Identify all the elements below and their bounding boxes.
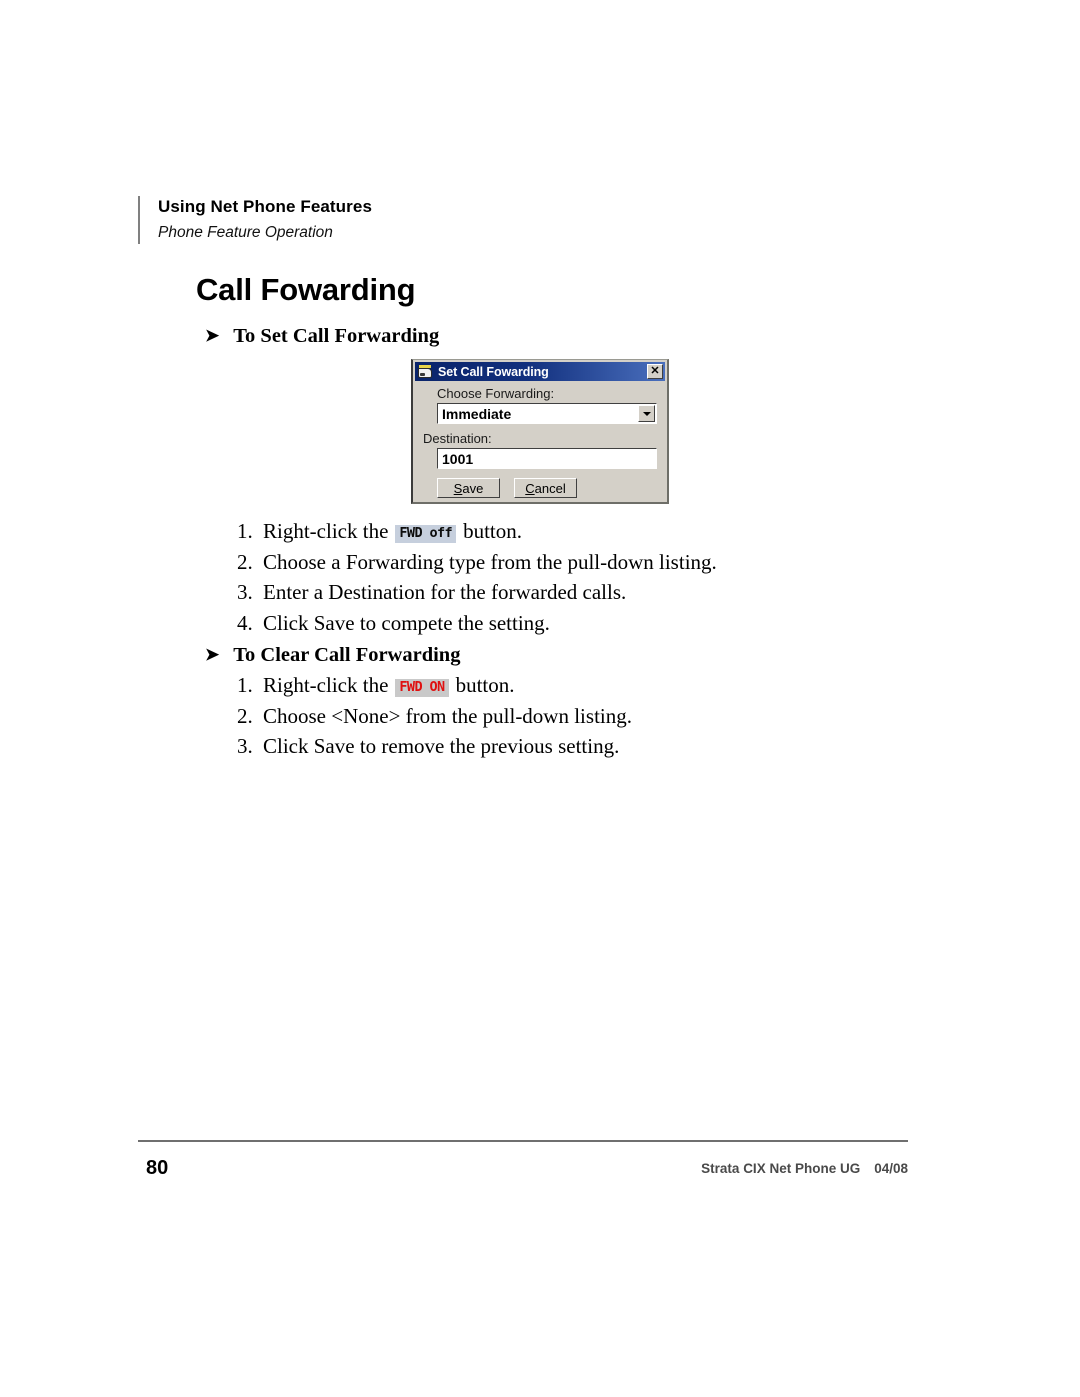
procedure-heading-label: To Set Call Forwarding xyxy=(233,325,440,347)
dialog-body: Choose Forwarding: Immediate Destination… xyxy=(413,381,667,498)
list-item: 3. Click Save to remove the previous set… xyxy=(237,734,632,759)
list-item: 1. Right-click the FWD ON button. xyxy=(237,673,632,698)
procedure-heading-clear-call-forwarding: ➤ To Clear Call Forwarding xyxy=(205,644,460,667)
list-item-text: Choose <None> from the pull-down listing… xyxy=(263,703,632,728)
fwd-on-button-badge: FWD ON xyxy=(395,679,449,697)
list-item-number: 2. xyxy=(237,703,253,728)
close-icon[interactable]: ✕ xyxy=(647,364,663,379)
header-divider-rule xyxy=(138,196,140,245)
list-item: 2. Choose <None> from the pull-down list… xyxy=(237,704,632,729)
procedure-heading-set-call-forwarding: ➤ To Set Call Forwarding xyxy=(205,325,439,348)
list-item-number: 3. xyxy=(237,734,253,758)
destination-value: 1001 xyxy=(442,450,474,467)
list-item-text: Right-click the xyxy=(263,673,389,697)
procedure-heading-label: To Clear Call Forwarding xyxy=(233,644,461,666)
header-chapter-title: Using Net Phone Features xyxy=(158,197,372,216)
dialog-titlebar: Set Call Fowarding ✕ xyxy=(415,362,665,381)
list-item-text: Enter a Destination for the forwarded ca… xyxy=(263,580,627,604)
list-item-text: Right-click the xyxy=(263,519,389,543)
right-triangle-bullet-icon: ➤ xyxy=(205,326,220,345)
list-item-number: 4. xyxy=(237,610,253,635)
list-item-number: 3. xyxy=(237,580,253,604)
choose-forwarding-dropdown[interactable]: Immediate xyxy=(437,403,657,424)
list-item-number: 1. xyxy=(237,673,253,697)
list-item-text: Click Save to compete the setting. xyxy=(263,610,550,635)
destination-label: Destination: xyxy=(423,431,492,446)
list-item-number: 2. xyxy=(237,549,253,574)
save-button[interactable]: Save xyxy=(437,478,500,498)
footer-divider-rule xyxy=(138,1140,908,1142)
cancel-button[interactable]: Cancel xyxy=(514,478,577,498)
list-item: 4. Click Save to compete the setting. xyxy=(237,611,717,636)
save-button-mnemonic: S xyxy=(453,480,463,496)
page-title: Call Fowarding xyxy=(196,272,416,307)
procedure-steps-clear-call-forwarding: 1. Right-click the FWD ON button. 2. Cho… xyxy=(237,673,632,765)
footer-document-name: Strata CIX Net Phone UG xyxy=(701,1161,861,1176)
cancel-button-mnemonic: C xyxy=(525,480,535,496)
header-section-subtitle: Phone Feature Operation xyxy=(158,223,333,241)
set-call-forwarding-dialog: Set Call Fowarding ✕ Choose Forwarding: … xyxy=(411,359,669,504)
phone-app-icon xyxy=(418,364,433,379)
dialog-title-label: Set Call Fowarding xyxy=(438,364,549,379)
footer-document-info: Strata CIX Net Phone UG 04/08 xyxy=(701,1161,908,1176)
page-number: 80 xyxy=(146,1157,169,1179)
procedure-steps-set-call-forwarding: 1. Right-click the FWD off button. 2. Ch… xyxy=(237,519,717,641)
list-item: 1. Right-click the FWD off button. xyxy=(237,519,717,544)
list-item-number: 1. xyxy=(237,519,253,543)
footer-date: 04/08 xyxy=(874,1161,908,1176)
right-triangle-bullet-icon: ➤ xyxy=(205,645,220,664)
list-item-text-tail: button. xyxy=(455,673,515,697)
fwd-off-button-badge: FWD off xyxy=(395,525,457,543)
list-item-text: Choose a Forwarding type from the pull-d… xyxy=(263,549,717,574)
destination-input[interactable]: 1001 xyxy=(437,448,657,469)
list-item-text: Click Save to remove the previous settin… xyxy=(263,734,620,758)
save-button-label: ave xyxy=(462,480,484,496)
choose-forwarding-label: Choose Forwarding: xyxy=(437,386,555,401)
choose-forwarding-value: Immediate xyxy=(442,405,512,422)
cancel-button-label: ancel xyxy=(534,480,566,496)
dialog-button-row: Save Cancel xyxy=(437,478,657,498)
chevron-down-icon[interactable] xyxy=(638,405,655,422)
list-item: 3. Enter a Destination for the forwarded… xyxy=(237,580,717,605)
running-header: Using Net Phone Features Phone Feature O… xyxy=(138,196,372,245)
list-item: 2. Choose a Forwarding type from the pul… xyxy=(237,550,717,575)
list-item-text-tail: button. xyxy=(463,519,523,543)
